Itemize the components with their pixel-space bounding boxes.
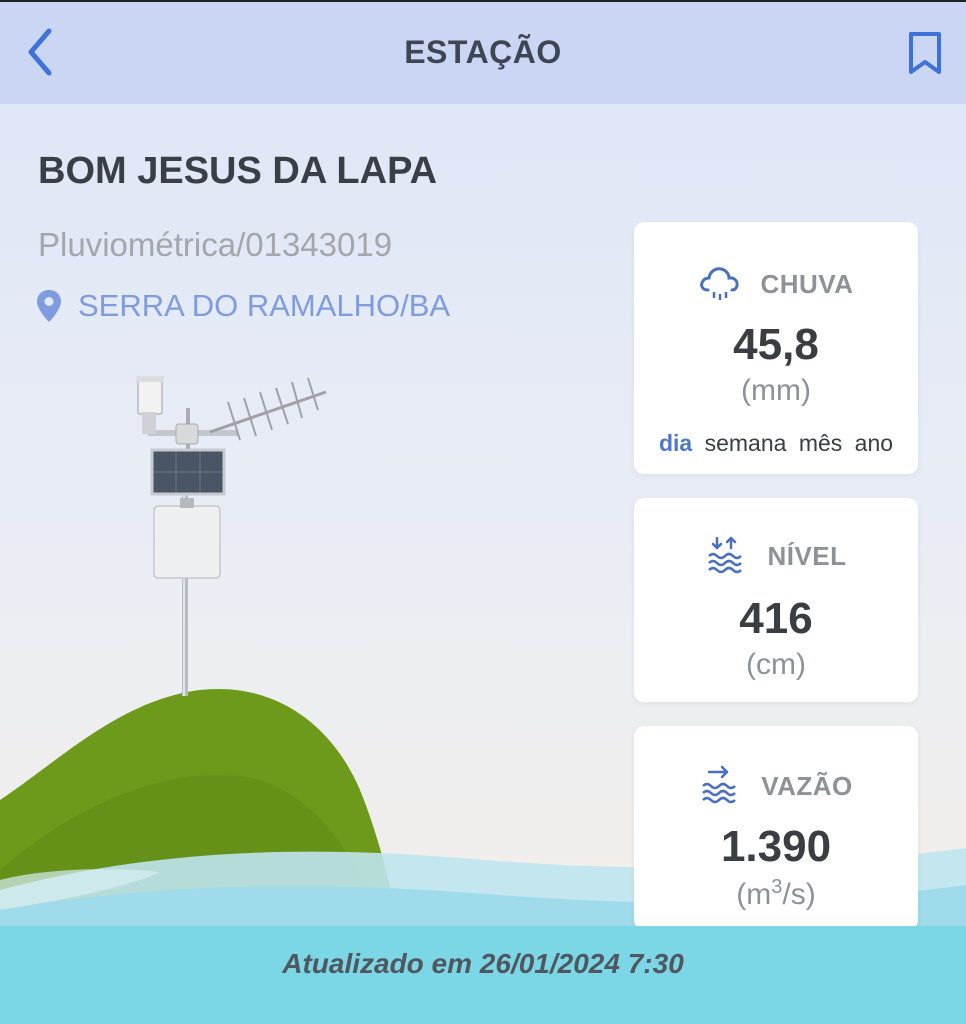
water-level-icon bbox=[708, 536, 743, 574]
back-button[interactable] bbox=[18, 26, 62, 78]
chevron-left-icon bbox=[28, 28, 52, 76]
station-name: BOM JESUS DA LAPA bbox=[38, 150, 438, 192]
green-hill bbox=[0, 688, 398, 930]
rain-value: 45,8 bbox=[733, 320, 819, 369]
rain-cloud-icon bbox=[700, 267, 740, 300]
level-unit: (cm) bbox=[746, 648, 806, 681]
water-flow-icon bbox=[702, 765, 737, 804]
level-label: NÍVEL bbox=[767, 540, 847, 571]
rain-card[interactable]: CHUVA 45,8 (mm) dia semana mês ano bbox=[634, 222, 918, 474]
last-updated: Atualizado em 26/01/2024 7:30 bbox=[282, 948, 684, 979]
rain-unit: (mm) bbox=[741, 374, 811, 407]
flow-value: 1.390 bbox=[720, 822, 832, 871]
rain-period-selector: dia semana mês ano bbox=[634, 430, 918, 457]
weather-station bbox=[136, 376, 327, 696]
level-card[interactable]: NÍVEL 416 (cm) bbox=[634, 498, 918, 702]
flow-unit: (m3/s) bbox=[634, 876, 918, 912]
period-month[interactable]: mês bbox=[799, 430, 842, 456]
station-location[interactable]: SERRA DO RAMALHO/BA bbox=[36, 288, 450, 324]
map-pin-icon bbox=[37, 290, 61, 322]
flow-unit-exponent: 3 bbox=[771, 876, 783, 898]
flow-unit-tail: /s) bbox=[782, 878, 816, 911]
rain-label: CHUVA bbox=[760, 268, 854, 299]
bookmark-button[interactable] bbox=[900, 28, 950, 78]
period-year[interactable]: ano bbox=[855, 430, 893, 456]
period-day[interactable]: dia bbox=[659, 430, 692, 456]
station-type-code: Pluviométrica/01343019 bbox=[38, 226, 393, 263]
flow-unit-base: (m bbox=[736, 878, 772, 911]
flow-card[interactable]: VAZÃO 1.390 (m3/s) bbox=[634, 726, 918, 930]
flow-label: VAZÃO bbox=[761, 770, 853, 801]
level-value: 416 bbox=[739, 594, 813, 643]
location-label: SERRA DO RAMALHO/BA bbox=[78, 288, 451, 323]
period-week[interactable]: semana bbox=[705, 430, 787, 456]
top-app-bar bbox=[0, 0, 966, 104]
bookmark-icon bbox=[909, 32, 941, 74]
